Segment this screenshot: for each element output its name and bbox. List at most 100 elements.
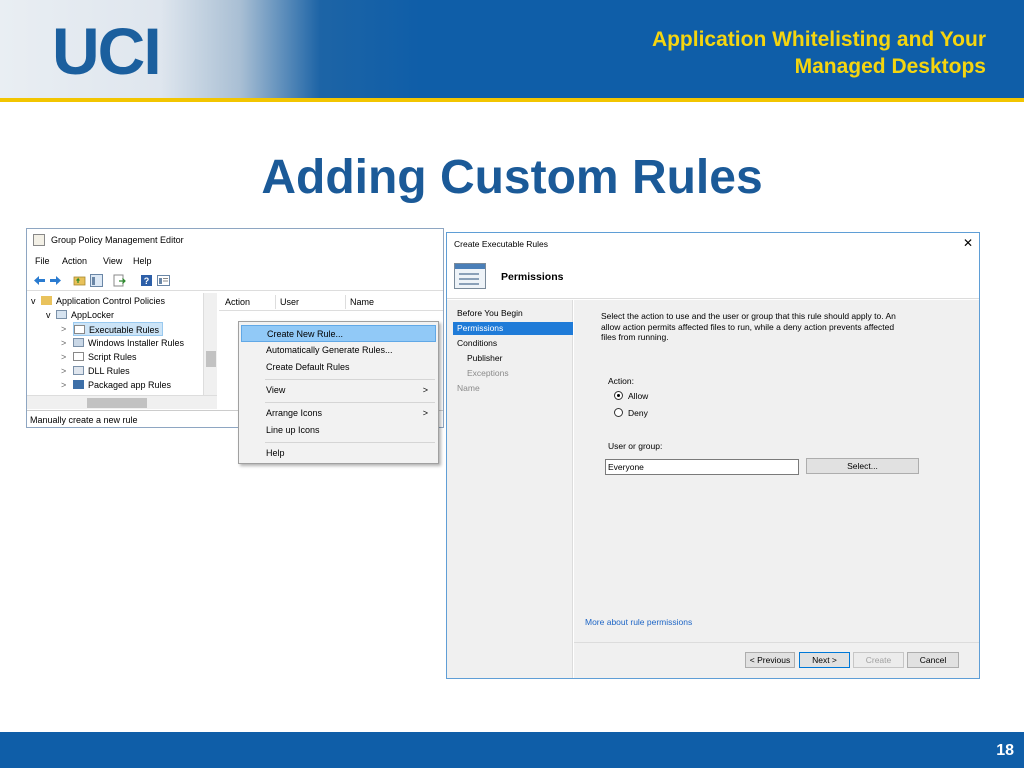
step-conditions[interactable]: Conditions bbox=[457, 337, 497, 350]
installer-icon bbox=[73, 338, 84, 347]
tree-expander[interactable]: v bbox=[46, 308, 56, 322]
svg-text:?: ? bbox=[144, 276, 150, 286]
page-number: 18 bbox=[996, 742, 1014, 759]
gpme-title: Group Policy Management Editor bbox=[51, 235, 184, 245]
dll-icon bbox=[73, 366, 84, 375]
menu-help[interactable]: Help bbox=[133, 253, 152, 269]
tree-node-label: DLL Rules bbox=[88, 366, 130, 376]
header-title-line1: Application Whitelisting and Your bbox=[651, 28, 986, 51]
tree-expander[interactable]: > bbox=[61, 378, 73, 392]
icon-line bbox=[459, 278, 479, 280]
menu-item-view[interactable]: View > bbox=[241, 382, 436, 399]
menu-separator bbox=[265, 402, 435, 403]
folder-icon bbox=[41, 296, 52, 305]
tree-expander[interactable]: > bbox=[61, 336, 73, 350]
column-name[interactable]: Name bbox=[350, 293, 374, 311]
menu-item-line-up-icons[interactable]: Line up Icons bbox=[241, 422, 436, 439]
menu-item-create-default-rules[interactable]: Create Default Rules bbox=[241, 359, 436, 376]
menu-item-label: Arrange Icons bbox=[266, 408, 323, 418]
context-menu: Create New Rule... Automatically Generat… bbox=[238, 321, 439, 464]
tree-expander[interactable]: > bbox=[61, 364, 73, 378]
icon-line bbox=[459, 273, 479, 275]
export-list-icon[interactable] bbox=[113, 274, 126, 287]
tree-node-applocker[interactable]: v AppLocker bbox=[46, 308, 114, 322]
gpme-tree: v Application Control Policies v AppLocker… bbox=[27, 293, 217, 409]
forward-arrow-icon[interactable] bbox=[49, 274, 62, 287]
user-or-group-label: User or group: bbox=[608, 441, 663, 451]
menu-item-arrange-icons[interactable]: Arrange Icons > bbox=[241, 405, 436, 422]
menu-separator bbox=[265, 379, 435, 380]
column-action[interactable]: Action bbox=[225, 293, 250, 311]
previous-button[interactable]: < Previous bbox=[745, 652, 795, 668]
menu-item-label: View bbox=[266, 385, 286, 395]
menu-view[interactable]: View bbox=[103, 253, 122, 269]
up-folder-icon[interactable] bbox=[73, 274, 86, 287]
column-divider bbox=[275, 295, 276, 309]
rules-list-header: Action User Name bbox=[219, 293, 443, 311]
applocker-icon bbox=[56, 310, 67, 319]
menu-item-auto-generate-rules[interactable]: Automatically Generate Rules... bbox=[241, 342, 436, 359]
permissions-description: Select the action to use and the user or… bbox=[601, 311, 896, 342]
tree-node-packaged-app-rules[interactable]: > Packaged app Rules bbox=[61, 378, 171, 392]
help-icon[interactable]: ? bbox=[140, 274, 153, 287]
gpme-toolbar: ? bbox=[27, 271, 443, 291]
menu-action[interactable]: Action bbox=[62, 253, 87, 269]
tree-node-label: Windows Installer Rules bbox=[88, 338, 185, 348]
header-gold-rule bbox=[0, 98, 1024, 102]
tree-node-label: Executable Rules bbox=[89, 325, 160, 335]
icon-line bbox=[459, 283, 479, 285]
tree-node-executable-rules[interactable]: Executable Rules bbox=[73, 322, 164, 336]
slide-footer: 18 bbox=[0, 732, 1024, 768]
show-hide-tree-icon[interactable] bbox=[90, 274, 103, 287]
step-exceptions: Exceptions bbox=[467, 368, 509, 378]
tree-expander[interactable]: > bbox=[61, 350, 73, 364]
dialog-page-title: Permissions bbox=[501, 271, 564, 283]
tree-node-script-rules[interactable]: > Script Rules bbox=[61, 350, 137, 364]
permissions-page: Select the action to use and the user or… bbox=[574, 300, 979, 678]
column-divider bbox=[345, 295, 346, 309]
executable-icon bbox=[74, 325, 85, 334]
dialog-header: Permissions bbox=[447, 255, 979, 299]
next-button[interactable]: Next > bbox=[799, 652, 850, 668]
allow-radio[interactable] bbox=[614, 391, 623, 400]
step-permissions[interactable]: Permissions bbox=[453, 322, 573, 335]
scroll-thumb[interactable] bbox=[87, 398, 147, 408]
select-button[interactable]: Select... bbox=[806, 458, 919, 474]
tree-node-dll-rules[interactable]: > DLL Rules bbox=[61, 364, 130, 378]
menu-item-create-new-rule[interactable]: Create New Rule... bbox=[241, 325, 436, 342]
slide-header: UCI Application Whitelisting and Your Ma… bbox=[0, 0, 1024, 100]
step-publisher[interactable]: Publisher bbox=[467, 352, 502, 365]
allow-label[interactable]: Allow bbox=[628, 391, 648, 401]
uci-logo: UCI bbox=[52, 14, 162, 88]
slide-title: Adding Custom Rules bbox=[261, 151, 763, 204]
user-or-group-input[interactable]: Everyone bbox=[605, 459, 799, 475]
close-icon[interactable]: ✕ bbox=[963, 236, 973, 250]
column-user[interactable]: User bbox=[280, 293, 299, 311]
create-executable-rules-dialog: Create Executable Rules ✕ Permissions Be… bbox=[446, 232, 980, 679]
deny-radio[interactable] bbox=[614, 408, 623, 417]
tree-expander[interactable]: > bbox=[61, 322, 72, 336]
deny-label[interactable]: Deny bbox=[628, 408, 648, 418]
tree-horizontal-scrollbar[interactable] bbox=[27, 395, 217, 409]
menu-item-help[interactable]: Help bbox=[241, 445, 436, 462]
tree-node-label: Packaged app Rules bbox=[88, 380, 172, 390]
create-button: Create bbox=[853, 652, 904, 668]
tree-expander[interactable]: v bbox=[31, 294, 41, 308]
more-about-permissions-link[interactable]: More about rule permissions bbox=[585, 617, 692, 627]
properties-icon[interactable] bbox=[157, 274, 170, 287]
submenu-arrow-icon: > bbox=[422, 385, 428, 395]
tree-node-windows-installer-rules[interactable]: > Windows Installer Rules bbox=[61, 336, 184, 350]
icon-titlebar bbox=[455, 264, 485, 269]
back-arrow-icon[interactable] bbox=[33, 274, 46, 287]
header-title-line2: Managed Desktops bbox=[794, 55, 986, 78]
script-icon bbox=[73, 352, 84, 361]
permissions-icon bbox=[454, 263, 486, 289]
action-label: Action: bbox=[608, 376, 634, 386]
menu-separator bbox=[265, 442, 435, 443]
tree-vertical-scrollbar[interactable] bbox=[203, 293, 217, 409]
cancel-button[interactable]: Cancel bbox=[907, 652, 959, 668]
tree-node-application-control-policies[interactable]: v Application Control Policies bbox=[31, 294, 165, 308]
scroll-thumb[interactable] bbox=[206, 351, 216, 367]
menu-file[interactable]: File bbox=[35, 253, 50, 269]
step-before-you-begin[interactable]: Before You Begin bbox=[457, 307, 523, 320]
